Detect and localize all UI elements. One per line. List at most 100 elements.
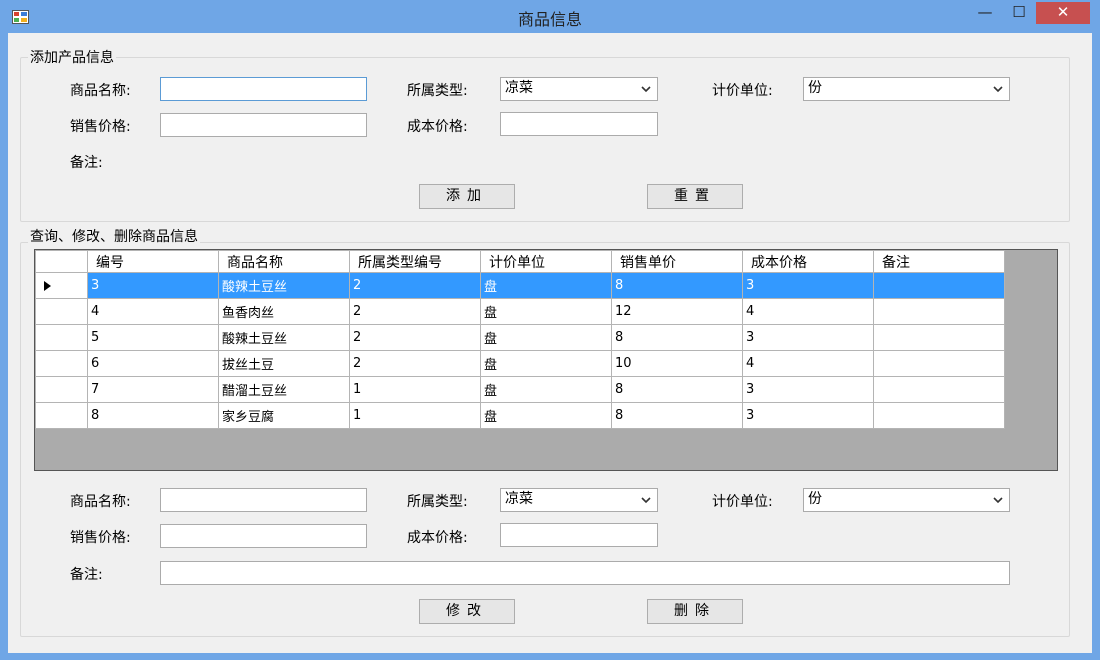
reset-button[interactable]: 重置 xyxy=(647,184,743,209)
close-button[interactable]: ✕ xyxy=(1036,2,1090,24)
table-cell[interactable]: 4 xyxy=(742,298,874,325)
row-header[interactable] xyxy=(35,376,88,403)
minimize-button[interactable]: — xyxy=(968,0,1002,26)
table-cell[interactable] xyxy=(873,376,1005,403)
add-name-input[interactable] xyxy=(160,77,367,101)
column-header[interactable]: 编号 xyxy=(87,250,219,273)
table-cell[interactable] xyxy=(873,350,1005,377)
edit-unit-select[interactable]: 份 xyxy=(803,488,1010,512)
column-header[interactable]: 计价单位 xyxy=(480,250,612,273)
edit-note-label: 备注: xyxy=(70,567,103,583)
row-header[interactable] xyxy=(35,324,88,351)
table-row[interactable]: 6 拔丝土豆 2 盘 10 4 xyxy=(35,350,1005,377)
table-cell[interactable] xyxy=(873,272,1005,299)
table-cell[interactable]: 酸辣土豆丝 xyxy=(218,272,350,299)
table-cell[interactable]: 4 xyxy=(742,350,874,377)
row-header[interactable] xyxy=(35,272,88,299)
table-cell[interactable] xyxy=(873,298,1005,325)
table-cell[interactable]: 盘 xyxy=(480,376,612,403)
product-data-grid[interactable]: 编号 商品名称 所属类型编号 计价单位 销售单价 成本价格 备注 3 酸辣土豆丝 xyxy=(34,249,1058,471)
edit-name-input[interactable] xyxy=(160,488,367,512)
table-cell[interactable]: 盘 xyxy=(480,402,612,429)
table-cell[interactable]: 2 xyxy=(349,272,481,299)
add-type-select[interactable]: 凉菜 xyxy=(500,77,658,101)
table-cell[interactable]: 1 xyxy=(349,402,481,429)
table-cell[interactable]: 3 xyxy=(87,272,219,299)
add-type-label: 所属类型: xyxy=(407,83,468,99)
table-cell[interactable]: 盘 xyxy=(480,324,612,351)
add-cost-input[interactable] xyxy=(500,112,658,136)
table-cell[interactable]: 鱼香肉丝 xyxy=(218,298,350,325)
table-cell[interactable]: 8 xyxy=(611,272,743,299)
table-cell[interactable]: 醋溜土豆丝 xyxy=(218,376,350,403)
add-group-title: 添加产品信息 xyxy=(28,47,116,67)
table-cell[interactable]: 2 xyxy=(349,298,481,325)
table-cell[interactable]: 10 xyxy=(611,350,743,377)
table-cell[interactable]: 2 xyxy=(349,324,481,351)
edit-type-label: 所属类型: xyxy=(407,494,468,510)
edit-name-label: 商品名称: xyxy=(70,494,131,510)
edit-type-select[interactable]: 凉菜 xyxy=(500,488,658,512)
row-header[interactable] xyxy=(35,402,88,429)
table-cell[interactable]: 8 xyxy=(611,324,743,351)
table-cell[interactable]: 盘 xyxy=(480,350,612,377)
column-header[interactable]: 所属类型编号 xyxy=(349,250,481,273)
table-row[interactable]: 4 鱼香肉丝 2 盘 12 4 xyxy=(35,298,1005,325)
table-cell[interactable]: 1 xyxy=(349,376,481,403)
add-price-input[interactable] xyxy=(160,113,367,137)
table-cell[interactable]: 3 xyxy=(742,402,874,429)
add-button[interactable]: 添加 xyxy=(419,184,515,209)
edit-cost-input[interactable] xyxy=(500,523,658,547)
edit-note-input[interactable] xyxy=(160,561,1010,585)
edit-price-label: 销售价格: xyxy=(70,530,131,546)
product-table: 编号 商品名称 所属类型编号 计价单位 销售单价 成本价格 备注 3 酸辣土豆丝 xyxy=(35,250,1005,429)
table-cell[interactable]: 5 xyxy=(87,324,219,351)
modify-button[interactable]: 修改 xyxy=(419,599,515,624)
edit-price-input[interactable] xyxy=(160,524,367,548)
table-cell[interactable]: 7 xyxy=(87,376,219,403)
column-header[interactable]: 商品名称 xyxy=(218,250,350,273)
add-note-label: 备注: xyxy=(70,155,103,171)
table-cell[interactable]: 3 xyxy=(742,324,874,351)
title-bar[interactable]: 商品信息 — ☐ ✕ xyxy=(0,0,1100,33)
table-cell[interactable]: 8 xyxy=(87,402,219,429)
current-row-arrow-icon xyxy=(44,280,51,291)
table-cell[interactable]: 8 xyxy=(611,376,743,403)
table-cell[interactable]: 盘 xyxy=(480,298,612,325)
add-unit-select[interactable]: 份 xyxy=(803,77,1010,101)
table-cell[interactable] xyxy=(873,324,1005,351)
table-cell[interactable] xyxy=(873,402,1005,429)
table-row[interactable]: 5 酸辣土豆丝 2 盘 8 3 xyxy=(35,324,1005,351)
edit-cost-label: 成本价格: xyxy=(407,530,468,546)
chevron-down-icon xyxy=(639,78,653,100)
window-title: 商品信息 xyxy=(517,10,582,29)
row-header[interactable] xyxy=(35,298,88,325)
add-price-label: 销售价格: xyxy=(70,119,131,135)
table-row[interactable]: 8 家乡豆腐 1 盘 8 3 xyxy=(35,402,1005,429)
chevron-down-icon xyxy=(639,489,653,511)
table-cell[interactable]: 2 xyxy=(349,350,481,377)
chevron-down-icon xyxy=(991,78,1005,100)
column-header[interactable]: 备注 xyxy=(873,250,1005,273)
table-cell[interactable]: 6 xyxy=(87,350,219,377)
table-cell[interactable]: 拔丝土豆 xyxy=(218,350,350,377)
window: 商品信息 — ☐ ✕ 添加产品信息 商品名称: 所属类型: 凉菜 计价单位: 份… xyxy=(0,0,1100,660)
row-header[interactable] xyxy=(35,350,88,377)
table-cell[interactable]: 家乡豆腐 xyxy=(218,402,350,429)
table-cell[interactable]: 4 xyxy=(87,298,219,325)
table-cell[interactable]: 酸辣土豆丝 xyxy=(218,324,350,351)
edit-type-value: 凉菜 xyxy=(505,491,533,507)
table-row[interactable]: 7 醋溜土豆丝 1 盘 8 3 xyxy=(35,376,1005,403)
table-cell[interactable]: 12 xyxy=(611,298,743,325)
table-row[interactable]: 3 酸辣土豆丝 2 盘 8 3 xyxy=(35,272,1005,299)
column-header[interactable]: 成本价格 xyxy=(742,250,874,273)
table-cell[interactable]: 8 xyxy=(611,402,743,429)
column-header[interactable]: 销售单价 xyxy=(611,250,743,273)
edit-unit-value: 份 xyxy=(808,491,822,507)
maximize-button[interactable]: ☐ xyxy=(1002,0,1036,26)
add-unit-value: 份 xyxy=(808,80,822,96)
delete-button[interactable]: 删除 xyxy=(647,599,743,624)
table-cell[interactable]: 盘 xyxy=(480,272,612,299)
table-cell[interactable]: 3 xyxy=(742,272,874,299)
table-cell[interactable]: 3 xyxy=(742,376,874,403)
